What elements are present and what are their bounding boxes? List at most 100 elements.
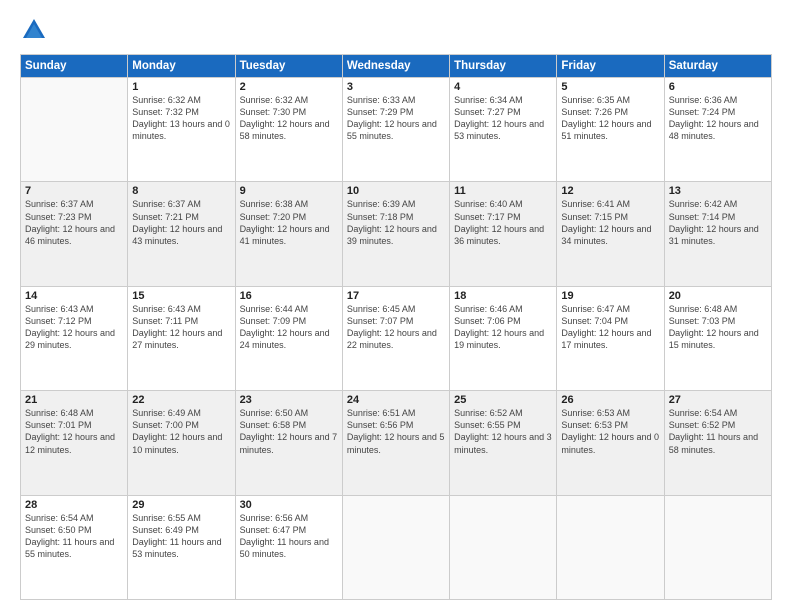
calendar-cell: 22Sunrise: 6:49 AMSunset: 7:00 PMDayligh…	[128, 391, 235, 495]
calendar-header-row: SundayMondayTuesdayWednesdayThursdayFrid…	[21, 55, 772, 78]
calendar-cell: 4Sunrise: 6:34 AMSunset: 7:27 PMDaylight…	[450, 78, 557, 182]
day-detail: Sunrise: 6:33 AMSunset: 7:29 PMDaylight:…	[347, 94, 445, 143]
day-number: 27	[669, 394, 767, 406]
calendar-cell: 26Sunrise: 6:53 AMSunset: 6:53 PMDayligh…	[557, 391, 664, 495]
calendar-cell: 27Sunrise: 6:54 AMSunset: 6:52 PMDayligh…	[664, 391, 771, 495]
calendar-cell: 3Sunrise: 6:33 AMSunset: 7:29 PMDaylight…	[342, 78, 449, 182]
day-detail: Sunrise: 6:55 AMSunset: 6:49 PMDaylight:…	[132, 512, 230, 561]
calendar-cell: 11Sunrise: 6:40 AMSunset: 7:17 PMDayligh…	[450, 182, 557, 286]
day-number: 28	[25, 499, 123, 511]
day-detail: Sunrise: 6:39 AMSunset: 7:18 PMDaylight:…	[347, 198, 445, 247]
logo	[20, 16, 52, 44]
day-number: 19	[561, 290, 659, 302]
day-number: 16	[240, 290, 338, 302]
day-number: 13	[669, 185, 767, 197]
day-number: 18	[454, 290, 552, 302]
calendar-cell: 10Sunrise: 6:39 AMSunset: 7:18 PMDayligh…	[342, 182, 449, 286]
calendar-cell: 12Sunrise: 6:41 AMSunset: 7:15 PMDayligh…	[557, 182, 664, 286]
calendar-cell: 1Sunrise: 6:32 AMSunset: 7:32 PMDaylight…	[128, 78, 235, 182]
calendar-cell: 6Sunrise: 6:36 AMSunset: 7:24 PMDaylight…	[664, 78, 771, 182]
day-number: 22	[132, 394, 230, 406]
day-detail: Sunrise: 6:34 AMSunset: 7:27 PMDaylight:…	[454, 94, 552, 143]
day-detail: Sunrise: 6:35 AMSunset: 7:26 PMDaylight:…	[561, 94, 659, 143]
day-number: 9	[240, 185, 338, 197]
calendar-week-2: 7Sunrise: 6:37 AMSunset: 7:23 PMDaylight…	[21, 182, 772, 286]
calendar-header-saturday: Saturday	[664, 55, 771, 78]
calendar-cell: 2Sunrise: 6:32 AMSunset: 7:30 PMDaylight…	[235, 78, 342, 182]
day-number: 8	[132, 185, 230, 197]
day-detail: Sunrise: 6:38 AMSunset: 7:20 PMDaylight:…	[240, 198, 338, 247]
calendar-cell: 7Sunrise: 6:37 AMSunset: 7:23 PMDaylight…	[21, 182, 128, 286]
calendar-week-5: 28Sunrise: 6:54 AMSunset: 6:50 PMDayligh…	[21, 495, 772, 599]
day-detail: Sunrise: 6:32 AMSunset: 7:30 PMDaylight:…	[240, 94, 338, 143]
calendar-cell: 20Sunrise: 6:48 AMSunset: 7:03 PMDayligh…	[664, 286, 771, 390]
calendar-cell	[664, 495, 771, 599]
header	[20, 16, 772, 44]
day-number: 20	[669, 290, 767, 302]
day-number: 30	[240, 499, 338, 511]
calendar-cell: 23Sunrise: 6:50 AMSunset: 6:58 PMDayligh…	[235, 391, 342, 495]
day-number: 29	[132, 499, 230, 511]
day-detail: Sunrise: 6:44 AMSunset: 7:09 PMDaylight:…	[240, 303, 338, 352]
day-detail: Sunrise: 6:42 AMSunset: 7:14 PMDaylight:…	[669, 198, 767, 247]
day-detail: Sunrise: 6:40 AMSunset: 7:17 PMDaylight:…	[454, 198, 552, 247]
calendar-cell: 28Sunrise: 6:54 AMSunset: 6:50 PMDayligh…	[21, 495, 128, 599]
page: SundayMondayTuesdayWednesdayThursdayFrid…	[0, 0, 792, 612]
calendar-week-3: 14Sunrise: 6:43 AMSunset: 7:12 PMDayligh…	[21, 286, 772, 390]
calendar-cell: 30Sunrise: 6:56 AMSunset: 6:47 PMDayligh…	[235, 495, 342, 599]
day-number: 12	[561, 185, 659, 197]
calendar-cell: 24Sunrise: 6:51 AMSunset: 6:56 PMDayligh…	[342, 391, 449, 495]
calendar-cell: 9Sunrise: 6:38 AMSunset: 7:20 PMDaylight…	[235, 182, 342, 286]
calendar-header-sunday: Sunday	[21, 55, 128, 78]
day-detail: Sunrise: 6:50 AMSunset: 6:58 PMDaylight:…	[240, 407, 338, 456]
day-number: 14	[25, 290, 123, 302]
day-detail: Sunrise: 6:52 AMSunset: 6:55 PMDaylight:…	[454, 407, 552, 456]
day-number: 3	[347, 81, 445, 93]
calendar-week-4: 21Sunrise: 6:48 AMSunset: 7:01 PMDayligh…	[21, 391, 772, 495]
day-detail: Sunrise: 6:53 AMSunset: 6:53 PMDaylight:…	[561, 407, 659, 456]
day-number: 24	[347, 394, 445, 406]
calendar-cell	[450, 495, 557, 599]
calendar-week-1: 1Sunrise: 6:32 AMSunset: 7:32 PMDaylight…	[21, 78, 772, 182]
calendar-cell: 25Sunrise: 6:52 AMSunset: 6:55 PMDayligh…	[450, 391, 557, 495]
calendar-cell	[557, 495, 664, 599]
day-detail: Sunrise: 6:54 AMSunset: 6:50 PMDaylight:…	[25, 512, 123, 561]
calendar-cell: 19Sunrise: 6:47 AMSunset: 7:04 PMDayligh…	[557, 286, 664, 390]
calendar-header-friday: Friday	[557, 55, 664, 78]
day-detail: Sunrise: 6:51 AMSunset: 6:56 PMDaylight:…	[347, 407, 445, 456]
day-detail: Sunrise: 6:48 AMSunset: 7:03 PMDaylight:…	[669, 303, 767, 352]
calendar-header-tuesday: Tuesday	[235, 55, 342, 78]
calendar-cell: 13Sunrise: 6:42 AMSunset: 7:14 PMDayligh…	[664, 182, 771, 286]
day-number: 2	[240, 81, 338, 93]
day-detail: Sunrise: 6:37 AMSunset: 7:23 PMDaylight:…	[25, 198, 123, 247]
day-detail: Sunrise: 6:54 AMSunset: 6:52 PMDaylight:…	[669, 407, 767, 456]
day-number: 5	[561, 81, 659, 93]
logo-icon	[20, 16, 48, 44]
day-number: 6	[669, 81, 767, 93]
day-number: 7	[25, 185, 123, 197]
calendar-cell: 21Sunrise: 6:48 AMSunset: 7:01 PMDayligh…	[21, 391, 128, 495]
day-number: 15	[132, 290, 230, 302]
calendar: SundayMondayTuesdayWednesdayThursdayFrid…	[20, 54, 772, 600]
day-detail: Sunrise: 6:49 AMSunset: 7:00 PMDaylight:…	[132, 407, 230, 456]
day-number: 21	[25, 394, 123, 406]
day-number: 11	[454, 185, 552, 197]
day-detail: Sunrise: 6:45 AMSunset: 7:07 PMDaylight:…	[347, 303, 445, 352]
day-detail: Sunrise: 6:47 AMSunset: 7:04 PMDaylight:…	[561, 303, 659, 352]
calendar-cell: 14Sunrise: 6:43 AMSunset: 7:12 PMDayligh…	[21, 286, 128, 390]
day-detail: Sunrise: 6:48 AMSunset: 7:01 PMDaylight:…	[25, 407, 123, 456]
calendar-cell: 5Sunrise: 6:35 AMSunset: 7:26 PMDaylight…	[557, 78, 664, 182]
day-detail: Sunrise: 6:46 AMSunset: 7:06 PMDaylight:…	[454, 303, 552, 352]
day-number: 10	[347, 185, 445, 197]
day-detail: Sunrise: 6:36 AMSunset: 7:24 PMDaylight:…	[669, 94, 767, 143]
calendar-cell: 29Sunrise: 6:55 AMSunset: 6:49 PMDayligh…	[128, 495, 235, 599]
day-detail: Sunrise: 6:32 AMSunset: 7:32 PMDaylight:…	[132, 94, 230, 143]
day-number: 17	[347, 290, 445, 302]
day-detail: Sunrise: 6:37 AMSunset: 7:21 PMDaylight:…	[132, 198, 230, 247]
calendar-header-monday: Monday	[128, 55, 235, 78]
calendar-header-wednesday: Wednesday	[342, 55, 449, 78]
day-detail: Sunrise: 6:41 AMSunset: 7:15 PMDaylight:…	[561, 198, 659, 247]
day-number: 26	[561, 394, 659, 406]
day-detail: Sunrise: 6:56 AMSunset: 6:47 PMDaylight:…	[240, 512, 338, 561]
calendar-cell: 17Sunrise: 6:45 AMSunset: 7:07 PMDayligh…	[342, 286, 449, 390]
